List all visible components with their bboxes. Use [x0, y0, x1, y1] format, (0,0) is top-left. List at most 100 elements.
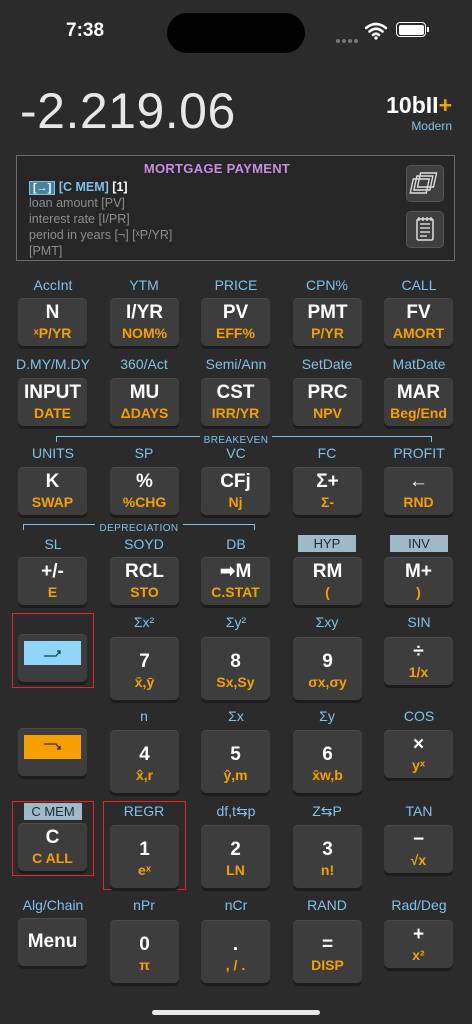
key-0[interactable]: 0π [110, 920, 179, 983]
notepad-icon [416, 217, 434, 241]
label-rad-deg: Rad/Deg [391, 897, 447, 913]
label-sum-y2: Σy² [225, 614, 247, 630]
label-soyd: SOYD [124, 536, 164, 552]
key-2[interactable]: 2 LN [201, 825, 270, 888]
key-n[interactable]: NˣP/YR [18, 298, 87, 346]
label-semiann: Semi/Ann [205, 356, 267, 372]
label-n: n [140, 708, 148, 724]
key-to-memory[interactable]: ➡M C.STAT [201, 557, 270, 605]
orange-shift-bar [24, 735, 81, 759]
key-4[interactable]: 4 x̂,r [110, 730, 179, 793]
label-dmy: D.MY/M.DY [16, 356, 90, 372]
panel-line-pmt: [PMT] [29, 244, 63, 258]
key-mu[interactable]: MU ΔDAYS [110, 378, 179, 426]
mortgage-info-panel: MORTGAGE PAYMENT [→] [C MEM] [1] loan am… [16, 155, 455, 261]
wifi-icon [365, 22, 387, 40]
panel-line-period: period in years [¬] [ˣP/YR] [29, 228, 173, 242]
label-hyp: HYP [298, 535, 356, 552]
label-sum-xy: Σxy [315, 614, 339, 630]
key-percent[interactable]: % %CHG [110, 467, 179, 515]
brand-logo: 10bII+ [386, 92, 452, 118]
calculator-display: -2.219.06 [20, 83, 236, 139]
dynamic-island [167, 13, 305, 53]
key-c[interactable]: CC ALL [18, 823, 87, 871]
key-9[interactable]: 9 σx,σy [293, 637, 362, 700]
key-k[interactable]: K SWAP [18, 467, 87, 515]
status-time: 7:38 [66, 20, 105, 41]
label-sp: SP [134, 445, 154, 461]
key-pv[interactable]: PV EFF% [201, 298, 270, 346]
label-tan: TAN [405, 803, 433, 819]
home-indicator[interactable] [152, 1010, 320, 1015]
key-prc[interactable]: PRC NPV [293, 378, 362, 426]
label-sin: SIN [407, 614, 431, 630]
key-7[interactable]: 7 x̄,ȳ [110, 637, 179, 700]
key-1[interactable]: 1 eˣ [110, 825, 179, 888]
copy-button[interactable] [406, 165, 444, 202]
label-alg-chain: Alg/Chain [22, 897, 84, 913]
key-m-plus[interactable]: M+) [384, 557, 453, 605]
panel-line-keys: [→] [C MEM] [1] [29, 180, 128, 195]
depreciation-label: DEPRECIATION [95, 523, 183, 534]
shift-down-arrow-icon [44, 743, 61, 750]
label-sum-y: Σy [319, 708, 335, 724]
signal-dots-icon [336, 30, 360, 43]
key-3[interactable]: 3 n! [293, 825, 362, 888]
label-360act: 360/Act [120, 356, 168, 372]
label-cos: COS [403, 708, 435, 724]
label-ncr: nCr [224, 897, 248, 913]
label-matdate: MatDate [392, 356, 446, 372]
key-plus[interactable]: + x² [384, 920, 453, 968]
label-sum-x2: Σx² [133, 614, 155, 630]
depreciation-group: DEPRECIATION [23, 518, 255, 536]
battery-icon [396, 22, 429, 37]
label-sum-x: Σx [228, 708, 244, 724]
key-decimal[interactable]: ., / . [201, 920, 270, 983]
key-sigma-plus[interactable]: Σ+ Σ- [293, 467, 362, 515]
label-units: UNITS [32, 445, 74, 461]
label-c-mem: C MEM [24, 803, 82, 820]
copy-stack-icon [409, 172, 438, 194]
panel-line-rate: interest rate [I/PR] [29, 212, 130, 226]
key-pmt[interactable]: PMT P/YR [293, 298, 362, 346]
key-input[interactable]: INPUT DATE [18, 378, 87, 426]
key-multiply[interactable]: × yˣ [384, 730, 453, 778]
label-npr: nPr [133, 897, 155, 913]
key-rm[interactable]: RM( [293, 557, 362, 605]
key-5[interactable]: 5 ŷ,m [201, 730, 270, 793]
key-cfj[interactable]: CFj Nj [201, 467, 270, 515]
key-rcl[interactable]: RCL STO [110, 557, 179, 605]
key-blue-shift[interactable] [18, 634, 87, 682]
label-price: PRICE [214, 277, 258, 293]
brand-subtitle: Modern [411, 119, 452, 133]
label-db: DB [226, 536, 246, 552]
menu-button[interactable]: Menu [18, 918, 87, 966]
key-i-yr[interactable]: I/YR NOM% [110, 298, 179, 346]
label-zp: Z⇆P [312, 803, 342, 819]
label-fc: FC [317, 445, 337, 461]
key-6[interactable]: 6 x̄w,b [293, 730, 362, 793]
key-divide[interactable]: ÷ 1/x [384, 637, 453, 685]
label-vc: VC [226, 445, 246, 461]
key-8[interactable]: 8 Sx,Sy [201, 637, 270, 700]
label-rand: RAND [307, 897, 347, 913]
key-mar[interactable]: MAR Beg/End [384, 378, 453, 426]
key-cst[interactable]: CST IRR/YR [201, 378, 270, 426]
key-plus-minus[interactable]: +/- E [18, 557, 87, 605]
label-setdate: SetDate [301, 356, 353, 372]
blue-shift-bar [24, 641, 81, 665]
label-cpn: CPN% [305, 277, 348, 293]
label-accint: AccInt [33, 277, 73, 293]
key-orange-shift[interactable] [18, 728, 87, 776]
key-minus[interactable]: − √x [384, 825, 453, 873]
label-call: CALL [401, 277, 437, 293]
notes-button[interactable] [406, 211, 444, 248]
key-equals[interactable]: = DISP [293, 920, 362, 983]
label-inv: INV [390, 535, 448, 552]
shift-up-arrow-icon [44, 650, 61, 657]
panel-line-loan: loan amount [PV] [29, 196, 125, 210]
label-regr: REGR [123, 803, 165, 819]
panel-title: MORTGAGE PAYMENT [143, 161, 291, 176]
key-backspace[interactable]: ← RND [384, 467, 453, 515]
key-fv[interactable]: FV AMORT [384, 298, 453, 346]
